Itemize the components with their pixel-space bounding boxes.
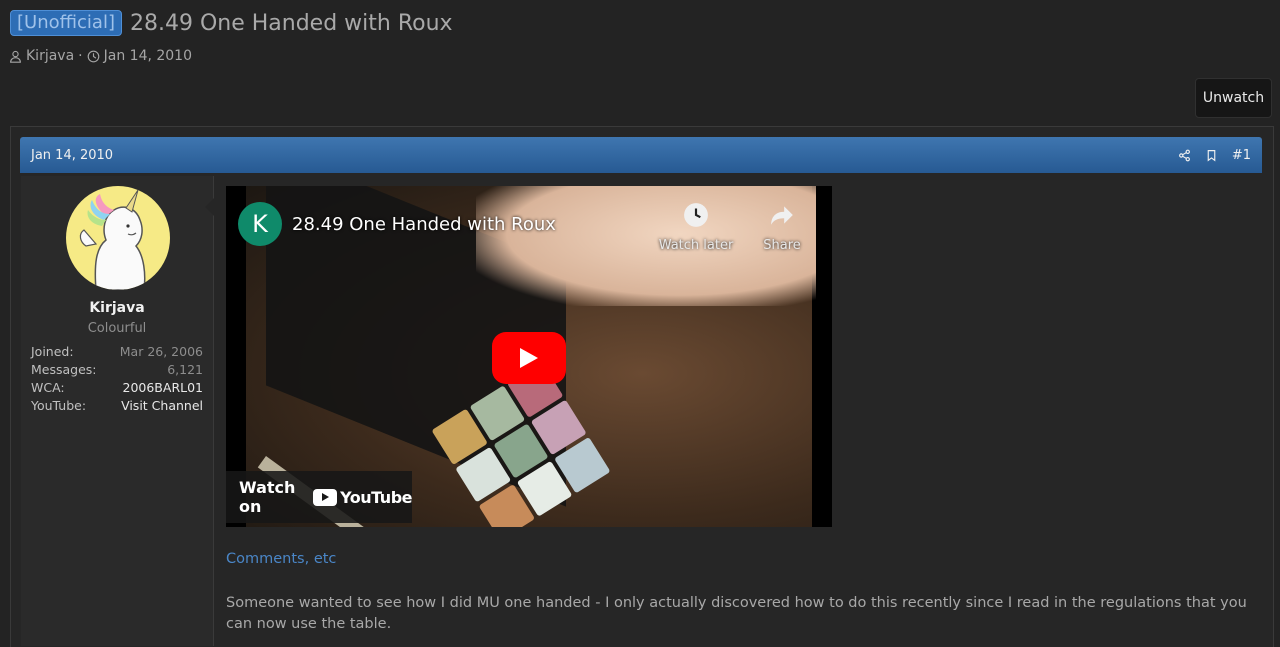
watch-later-label: Watch later [658, 238, 734, 253]
stat-value: Mar 26, 2006 [119, 343, 203, 359]
bookmark-icon[interactable] [1205, 149, 1218, 162]
youtube-embed[interactable]: K 28.49 One Handed with Roux Watch later… [226, 186, 832, 527]
youtube-logo: YouTube [313, 488, 412, 507]
post-number[interactable]: #1 [1232, 148, 1251, 163]
play-button[interactable] [492, 332, 566, 384]
wca-link[interactable]: 2006BARL01 [123, 380, 204, 395]
stat-joined: Joined: Mar 26, 2006 [31, 342, 203, 360]
video-title[interactable]: 28.49 One Handed with Roux [292, 214, 556, 235]
thread-title: 28.49 One Handed with Roux [129, 10, 453, 36]
youtube-logo-text: YouTube [340, 487, 412, 507]
video-header: K 28.49 One Handed with Roux [238, 202, 556, 246]
user-info-panel: Kirjava Colourful Joined: Mar 26, 2006 M… [21, 176, 214, 646]
stat-label: Joined: [31, 343, 74, 359]
thread-prefix-label[interactable]: [Unofficial] [10, 10, 122, 36]
user-stats: Joined: Mar 26, 2006 Messages: 6,121 WCA… [31, 342, 203, 414]
channel-avatar[interactable]: K [238, 202, 282, 246]
thread-author[interactable]: Kirjava [26, 48, 74, 64]
share-video-button[interactable]: Share [742, 202, 822, 253]
stat-label: WCA: [31, 379, 65, 395]
watch-later-icon [684, 203, 708, 227]
stat-label: YouTube: [31, 397, 87, 413]
share-arrow-icon [771, 206, 793, 225]
thread-date[interactable]: Jan 14, 2010 [104, 48, 192, 64]
share-video-label: Share [763, 238, 801, 253]
avatar[interactable] [66, 186, 170, 290]
share-icon[interactable] [1178, 149, 1191, 162]
watch-on-label: Watch on [239, 478, 296, 516]
unwatch-button[interactable]: Unwatch [1195, 78, 1272, 118]
clock-icon [87, 50, 99, 62]
user-icon [10, 50, 21, 63]
play-icon [520, 348, 538, 368]
post-date[interactable]: Jan 14, 2010 [20, 148, 113, 163]
unicorn-avatar-image [79, 189, 146, 290]
stat-wca: WCA: 2006BARL01 [31, 378, 203, 396]
stat-value: 6,121 [167, 361, 203, 377]
stat-label: Messages: [31, 361, 97, 377]
youtube-logo-icon [313, 488, 338, 506]
message-pointer [205, 198, 214, 216]
stat-messages: Messages: 6,121 [31, 360, 203, 378]
username[interactable]: Kirjava [21, 300, 213, 316]
thread-meta: Kirjava · Jan 14, 2010 [9, 48, 192, 64]
youtube-channel-link[interactable]: Visit Channel [121, 398, 203, 413]
thread-title-row: [Unofficial] 28.49 One Handed with Roux [10, 10, 453, 36]
post-header: Jan 14, 2010 #1 [20, 137, 1262, 173]
post-body: Someone wanted to see how I did MU one h… [226, 595, 1247, 632]
watch-later-button[interactable]: Watch later [656, 202, 736, 253]
watch-on-youtube-button[interactable]: Watch on YouTube [226, 471, 412, 523]
meta-separator: · [78, 48, 83, 64]
comments-link[interactable]: Comments, etc [226, 551, 336, 567]
user-title: Colourful [87, 321, 147, 336]
stat-youtube: YouTube: Visit Channel [31, 396, 203, 414]
